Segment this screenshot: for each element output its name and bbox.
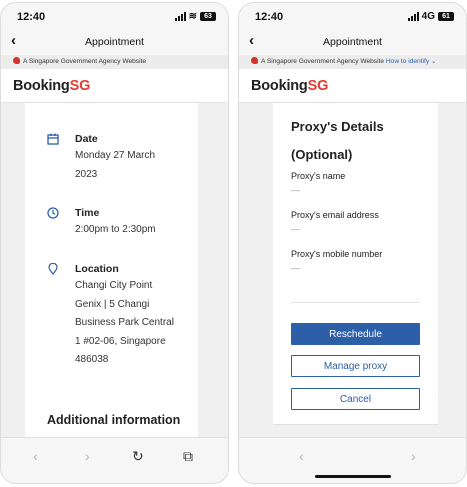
status-bar: 12:40 ≋ 63 xyxy=(1,3,228,29)
divider xyxy=(291,302,420,303)
phone-screen-appointment-details: 12:40 ≋ 63 ‹ Appointment A Singapore Gov… xyxy=(0,2,229,484)
proxy-heading-line: Proxy's Details xyxy=(291,119,384,134)
page-content: Proxy's Details (Optional) Proxy's name … xyxy=(239,103,466,437)
battery-icon: 63 xyxy=(200,12,216,21)
location-line: 1 #02-06, Singapore xyxy=(75,335,166,347)
proxy-heading-line: (Optional) xyxy=(291,147,353,162)
browser-forward-icon[interactable]: › xyxy=(85,448,90,464)
gov-banner: A Singapore Government Agency Website xyxy=(1,55,228,69)
page-content: Date Monday 27 March 2023 Time 2:00pm to… xyxy=(1,103,228,437)
phone-screen-proxy-details: 12:40 4G 61 ‹ Appointment A Singapore Go… xyxy=(238,2,467,484)
field-value: — xyxy=(291,224,300,234)
browser-back-icon[interactable]: ‹ xyxy=(33,448,38,464)
share-icon[interactable]: ⧉ xyxy=(183,448,193,465)
brand-main: Booking xyxy=(251,78,308,94)
brand-header: BookingSG xyxy=(239,69,466,103)
appointment-card: Date Monday 27 March 2023 Time 2:00pm to… xyxy=(25,103,198,437)
lion-head-icon xyxy=(13,57,20,64)
proxy-mobile-field: Proxy's mobile number — xyxy=(291,249,428,273)
location-line: Business Park Central xyxy=(75,317,174,328)
date-value: Monday 27 March 2023 xyxy=(75,147,190,184)
page-title: Appointment xyxy=(323,36,382,48)
nav-bar: ‹ Appointment xyxy=(239,29,466,55)
browser-toolbar: ‹ › ↻ ⧉ xyxy=(1,437,228,483)
location-value: Changi City Point Genix | 5 Changi Busin… xyxy=(75,277,190,370)
status-icons: ≋ 63 xyxy=(174,11,216,22)
status-time: 12:40 xyxy=(17,11,46,23)
signal-icon xyxy=(407,12,419,21)
additional-info-heading: Additional information xyxy=(47,413,181,427)
time-value: 2:00pm to 2:30pm xyxy=(75,221,190,240)
lion-head-icon xyxy=(251,57,258,64)
proxy-name-field: Proxy's name — xyxy=(291,171,428,195)
home-indicator[interactable] xyxy=(314,475,391,478)
clock-icon xyxy=(47,207,59,219)
reschedule-button[interactable]: Reschedule xyxy=(291,323,420,345)
reload-icon[interactable]: ↻ xyxy=(132,448,144,465)
location-label: Location xyxy=(75,263,119,275)
location-line: Genix | 5 Changi xyxy=(75,298,150,310)
proxy-card: Proxy's Details (Optional) Proxy's name … xyxy=(273,103,438,425)
network-type: 4G xyxy=(421,11,435,22)
browser-forward-icon[interactable]: › xyxy=(411,448,416,464)
time-label: Time xyxy=(75,207,100,219)
field-value: — xyxy=(291,263,300,273)
brand-logo[interactable]: BookingSG xyxy=(13,78,90,94)
location-pin-icon xyxy=(48,263,58,275)
brand-main: Booking xyxy=(13,78,70,94)
nav-bar: ‹ Appointment xyxy=(1,29,228,55)
gov-banner: A Singapore Government Agency Website Ho… xyxy=(239,55,466,69)
calendar-icon xyxy=(47,133,59,145)
date-label: Date xyxy=(75,133,98,145)
browser-back-icon[interactable]: ‹ xyxy=(299,448,304,464)
brand-accent: SG xyxy=(69,78,91,94)
cancel-button[interactable]: Cancel xyxy=(291,388,420,410)
manage-proxy-button[interactable]: Manage proxy xyxy=(291,355,420,377)
wifi-icon: ≋ xyxy=(188,11,197,22)
field-label: Proxy's name xyxy=(291,171,346,181)
date-line: Monday 27 March xyxy=(75,150,156,161)
field-label: Proxy's mobile number xyxy=(291,249,383,259)
location-line: Changi City Point xyxy=(75,280,153,291)
browser-toolbar: ‹ › xyxy=(239,437,466,483)
gov-banner-text: A Singapore Government Agency Website xyxy=(23,58,147,65)
page-title: Appointment xyxy=(85,36,144,48)
field-value: — xyxy=(291,185,300,195)
brand-accent: SG xyxy=(307,78,329,94)
signal-icon xyxy=(174,12,186,21)
brand-header: BookingSG xyxy=(1,69,228,103)
location-line: 486038 xyxy=(75,354,109,365)
gov-banner-text: A Singapore Government Agency Website xyxy=(261,58,385,65)
status-bar: 12:40 4G 61 xyxy=(239,3,466,29)
field-label: Proxy's email address xyxy=(291,210,379,220)
how-to-identify-link[interactable]: How to identify ⌄ xyxy=(386,58,437,65)
proxy-details-heading: Proxy's Details (Optional) xyxy=(291,113,384,169)
time-line: 2:00pm to 2:30pm xyxy=(75,224,156,235)
brand-logo[interactable]: BookingSG xyxy=(251,78,328,94)
status-time: 12:40 xyxy=(255,11,284,23)
proxy-email-field: Proxy's email address — xyxy=(291,210,428,234)
status-icons: 4G 61 xyxy=(407,11,454,22)
battery-icon: 61 xyxy=(438,12,454,21)
date-line: 2023 xyxy=(75,168,98,180)
